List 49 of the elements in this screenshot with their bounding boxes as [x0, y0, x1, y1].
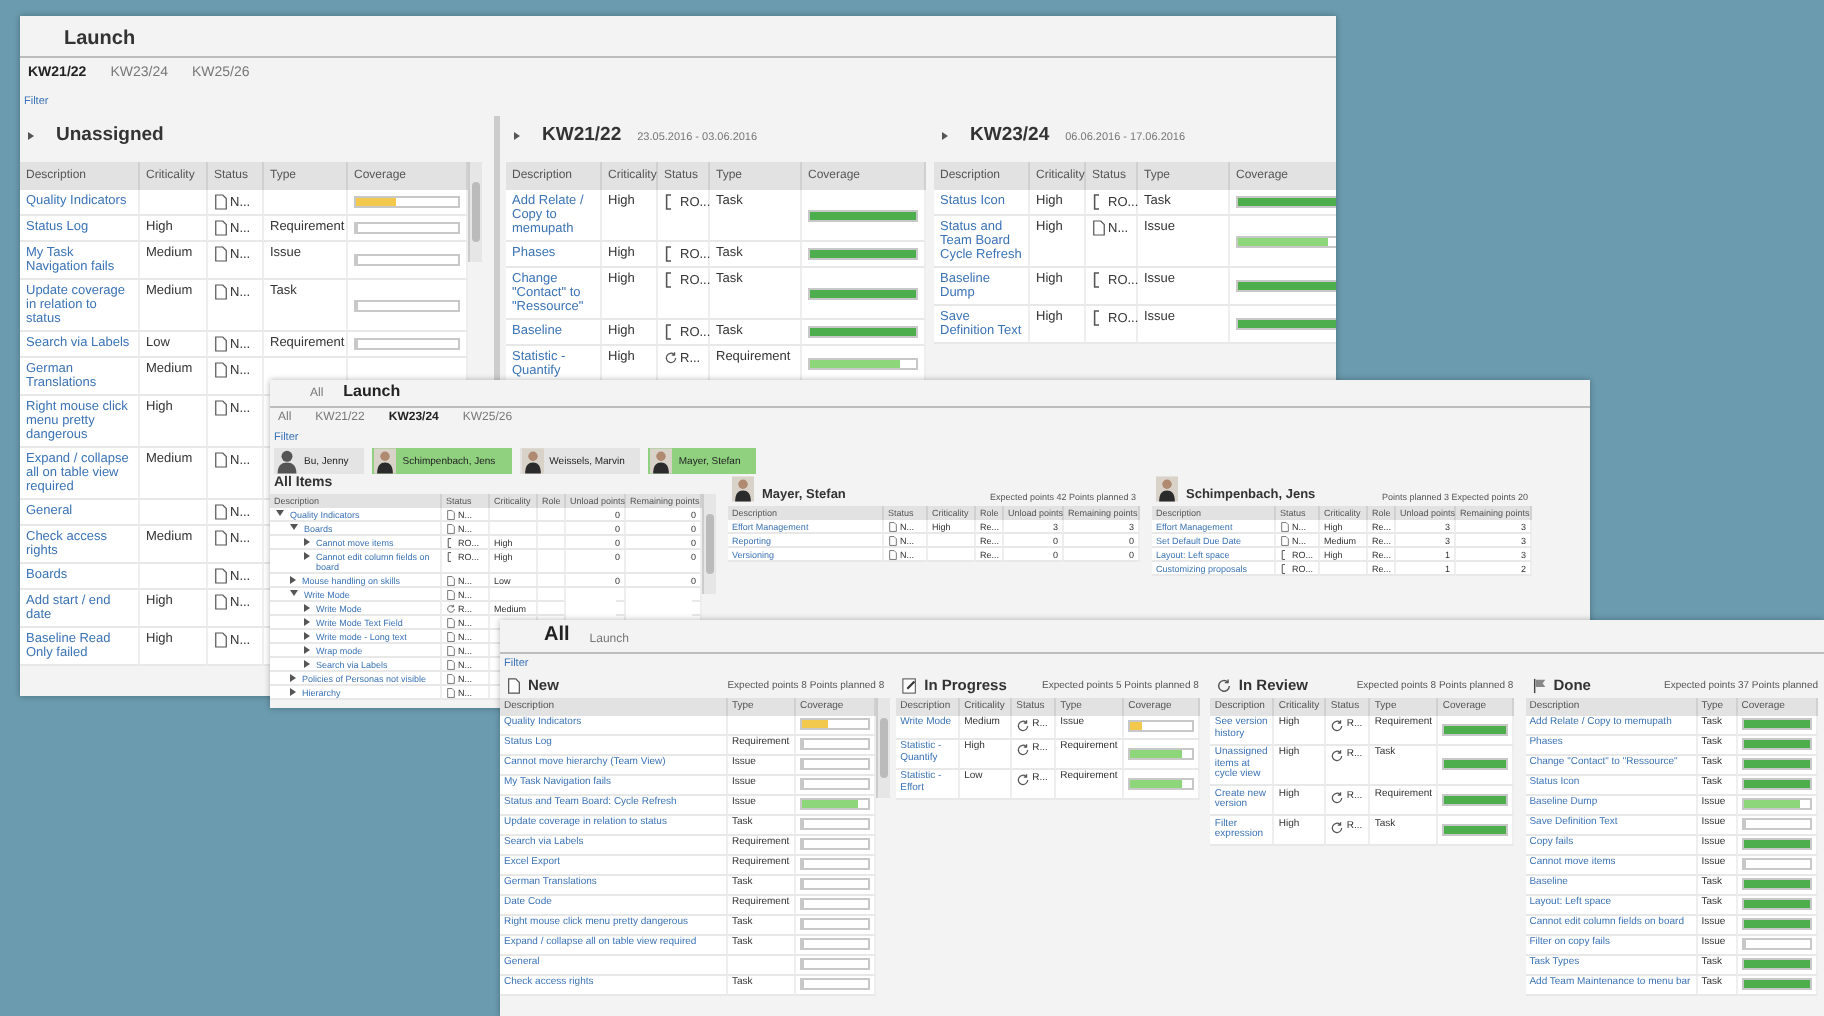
document-icon	[214, 452, 228, 468]
app-tab[interactable]: All	[544, 624, 570, 652]
document-icon	[506, 677, 522, 693]
scrollbar[interactable]	[702, 494, 716, 594]
app-tab[interactable]: Launch	[343, 382, 401, 406]
window-title: Launch	[64, 28, 136, 54]
collapse-icon[interactable]	[290, 523, 298, 529]
cycle-icon	[1016, 772, 1031, 788]
cycle-icon	[1016, 718, 1031, 734]
cycle-icon	[664, 350, 678, 366]
person-photo-icon	[1156, 476, 1178, 502]
expand-icon[interactable]	[304, 551, 310, 559]
expand-icon[interactable]	[304, 617, 310, 625]
expand-icon[interactable]	[942, 132, 948, 140]
expand-icon[interactable]	[290, 673, 296, 681]
avatar-icon	[276, 448, 298, 474]
expand-icon[interactable]	[290, 687, 296, 695]
document-icon	[214, 400, 228, 416]
expand-icon[interactable]	[290, 575, 296, 583]
section-title: KW21/22	[540, 122, 624, 150]
cycle-icon	[1330, 718, 1345, 734]
expand-icon[interactable]	[28, 132, 34, 140]
section-title: KW23/24	[968, 122, 1052, 150]
person-photo-icon	[521, 448, 544, 474]
collapse-icon[interactable]	[290, 589, 298, 595]
expand-icon[interactable]	[304, 645, 310, 653]
scrollbar[interactable]	[876, 698, 890, 798]
expand-icon[interactable]	[304, 631, 310, 639]
expand-icon[interactable]	[514, 132, 520, 140]
cycle-icon	[1016, 742, 1031, 758]
pencil-icon	[902, 677, 919, 693]
expand-icon[interactable]	[304, 537, 310, 545]
cycle-icon	[1330, 819, 1345, 835]
scrollbar[interactable]	[468, 162, 482, 262]
person-photo-icon	[650, 448, 673, 474]
cycle-icon	[1216, 677, 1233, 693]
cycle-icon	[1330, 748, 1345, 764]
document-icon	[1092, 220, 1106, 236]
expand-icon[interactable]	[304, 659, 310, 667]
cycle-icon	[1330, 789, 1345, 805]
expand-icon[interactable]	[304, 603, 310, 611]
collapse-icon[interactable]	[276, 509, 284, 515]
section-title: Unassigned	[54, 122, 166, 150]
document-icon	[214, 284, 228, 300]
person-photo-icon	[374, 448, 397, 474]
flag-icon	[1531, 677, 1548, 693]
cycle-icon	[446, 603, 456, 613]
person-photo-icon	[732, 476, 754, 502]
document-icon	[214, 632, 228, 648]
